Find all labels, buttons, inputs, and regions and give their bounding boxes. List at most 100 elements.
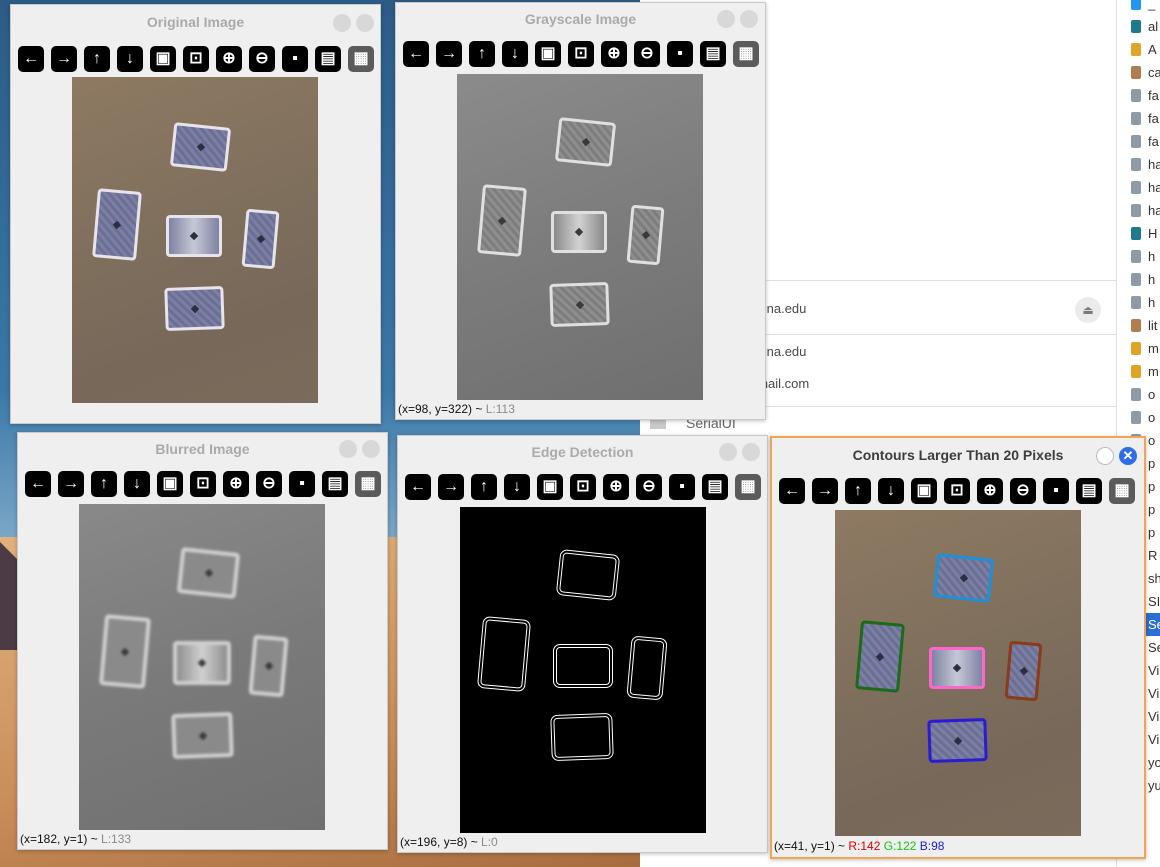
minimize-button[interactable] bbox=[1096, 447, 1114, 465]
zoom-out-button[interactable]: ⊖ bbox=[256, 471, 282, 497]
arrow-up-button[interactable]: ↑ bbox=[845, 478, 871, 504]
file-icon bbox=[1131, 181, 1141, 194]
clipboard-button[interactable]: ▤ bbox=[315, 46, 341, 72]
contours-image-canvas[interactable] bbox=[835, 510, 1081, 836]
arrow-right-button[interactable]: → bbox=[436, 41, 462, 67]
arrow-down-button[interactable]: ↓ bbox=[124, 471, 150, 497]
arrow-right-button[interactable]: → bbox=[58, 471, 84, 497]
arrow-up-button[interactable]: ↑ bbox=[84, 46, 110, 72]
file-list-item[interactable]: H bbox=[1117, 222, 1160, 245]
file-list-item[interactable]: m bbox=[1117, 337, 1160, 360]
file-list-item[interactable]: ha bbox=[1117, 153, 1160, 176]
zoom-in-button[interactable]: ⊕ bbox=[977, 478, 1003, 504]
arrow-left-button[interactable]: ← bbox=[403, 41, 429, 67]
card-edge-outline bbox=[550, 712, 614, 762]
minimize-button[interactable] bbox=[333, 14, 351, 32]
save-button[interactable]: ▪ bbox=[289, 471, 315, 497]
file-list-item[interactable]: al bbox=[1117, 15, 1160, 38]
image-search-button[interactable]: ⊡ bbox=[190, 471, 216, 497]
file-list-item[interactable]: o bbox=[1117, 406, 1160, 429]
blurred-image-canvas[interactable] bbox=[79, 504, 325, 830]
arrow-left-button[interactable]: ← bbox=[18, 46, 44, 72]
close-button[interactable]: ✕ bbox=[1119, 447, 1137, 465]
arrow-up-button[interactable]: ↑ bbox=[469, 41, 495, 67]
arrow-left-button[interactable]: ← bbox=[25, 471, 51, 497]
image-button[interactable]: ▣ bbox=[535, 41, 561, 67]
close-button[interactable] bbox=[740, 10, 758, 28]
edge-image-canvas[interactable] bbox=[460, 507, 706, 833]
paint-brush-button[interactable]: ▦ bbox=[1109, 478, 1135, 504]
file-list-item[interactable]: h bbox=[1117, 268, 1160, 291]
zoom-out-button[interactable]: ⊖ bbox=[249, 46, 275, 72]
paint-brush-button[interactable]: ▦ bbox=[735, 474, 761, 500]
grayscale-image-canvas[interactable] bbox=[457, 74, 703, 400]
zoom-in-button[interactable]: ⊕ bbox=[603, 474, 629, 500]
minimize-button[interactable] bbox=[339, 440, 357, 458]
original-image-canvas[interactable] bbox=[72, 77, 318, 403]
minimize-button[interactable] bbox=[719, 443, 737, 461]
arrow-left-button[interactable]: ← bbox=[779, 478, 805, 504]
file-list-item[interactable]: ha bbox=[1117, 176, 1160, 199]
close-button[interactable] bbox=[362, 440, 380, 458]
arrow-down-button[interactable]: ↓ bbox=[878, 478, 904, 504]
arrow-down-button[interactable]: ↓ bbox=[502, 41, 528, 67]
file-list-item[interactable]: _ bbox=[1117, 0, 1160, 15]
file-list-item[interactable]: lit bbox=[1117, 314, 1160, 337]
clipboard-button[interactable]: ▤ bbox=[700, 41, 726, 67]
file-list-item[interactable]: m bbox=[1117, 360, 1160, 383]
image-search-button[interactable]: ⊡ bbox=[570, 474, 596, 500]
save-button[interactable]: ▪ bbox=[667, 41, 693, 67]
arrow-down-button[interactable]: ↓ bbox=[504, 474, 530, 500]
window-titlebar[interactable]: Blurred Image bbox=[18, 433, 387, 465]
paint-brush-button[interactable]: ▦ bbox=[348, 46, 374, 72]
file-list-item[interactable]: ca bbox=[1117, 61, 1160, 84]
window-titlebar[interactable]: Grayscale Image bbox=[396, 3, 765, 35]
image-button[interactable]: ▣ bbox=[157, 471, 183, 497]
arrow-down-button[interactable]: ↓ bbox=[117, 46, 143, 72]
arrow-up-button[interactable]: ↑ bbox=[471, 474, 497, 500]
arrow-left-button[interactable]: ← bbox=[405, 474, 431, 500]
file-list-item[interactable]: o bbox=[1117, 383, 1160, 406]
image-button[interactable]: ▣ bbox=[537, 474, 563, 500]
image-search-button[interactable]: ⊡ bbox=[568, 41, 594, 67]
zoom-out-button[interactable]: ⊖ bbox=[1010, 478, 1036, 504]
close-button[interactable] bbox=[356, 14, 374, 32]
arrow-right-button[interactable]: → bbox=[438, 474, 464, 500]
image-search-button[interactable]: ⊡ bbox=[183, 46, 209, 72]
arrow-right-button[interactable]: → bbox=[51, 46, 77, 72]
eject-button[interactable]: ⏏ bbox=[1075, 297, 1101, 323]
close-button[interactable] bbox=[742, 443, 760, 461]
arrow-up-button[interactable]: ↑ bbox=[91, 471, 117, 497]
image-search-button[interactable]: ⊡ bbox=[944, 478, 970, 504]
save-button[interactable]: ▪ bbox=[1043, 478, 1069, 504]
zoom-in-button[interactable]: ⊕ bbox=[223, 471, 249, 497]
clipboard-button[interactable]: ▤ bbox=[322, 471, 348, 497]
image-button[interactable]: ▣ bbox=[911, 478, 937, 504]
zoom-out-button[interactable]: ⊖ bbox=[636, 474, 662, 500]
file-list-item[interactable]: A bbox=[1117, 38, 1160, 61]
window-titlebar[interactable]: Contours Larger Than 20 Pixels ✕ bbox=[772, 438, 1144, 470]
zoom-in-button[interactable]: ⊕ bbox=[601, 41, 627, 67]
save-button[interactable]: ▪ bbox=[282, 46, 308, 72]
save-button[interactable]: ▪ bbox=[669, 474, 695, 500]
paint-brush-button[interactable]: ▦ bbox=[355, 471, 381, 497]
arrow-down-icon: ↓ bbox=[126, 50, 134, 67]
file-list-item[interactable]: fa bbox=[1117, 107, 1160, 130]
file-list-item[interactable]: h bbox=[1117, 245, 1160, 268]
arrow-right-button[interactable]: → bbox=[812, 478, 838, 504]
minimize-button[interactable] bbox=[717, 10, 735, 28]
window-titlebar[interactable]: Edge Detection bbox=[398, 436, 767, 468]
file-list-item[interactable]: h bbox=[1117, 291, 1160, 314]
window-title: Grayscale Image bbox=[524, 11, 637, 27]
zoom-out-button[interactable]: ⊖ bbox=[634, 41, 660, 67]
file-list-item[interactable]: fa bbox=[1117, 84, 1160, 107]
clipboard-button[interactable]: ▤ bbox=[702, 474, 728, 500]
image-button[interactable]: ▣ bbox=[150, 46, 176, 72]
zoom-in-button[interactable]: ⊕ bbox=[216, 46, 242, 72]
file-list-item[interactable]: ha bbox=[1117, 199, 1160, 222]
paint-brush-button[interactable]: ▦ bbox=[733, 41, 759, 67]
playing-card bbox=[92, 188, 142, 261]
file-list-item[interactable]: fa bbox=[1117, 130, 1160, 153]
clipboard-button[interactable]: ▤ bbox=[1076, 478, 1102, 504]
window-titlebar[interactable]: Original Image bbox=[11, 5, 380, 37]
